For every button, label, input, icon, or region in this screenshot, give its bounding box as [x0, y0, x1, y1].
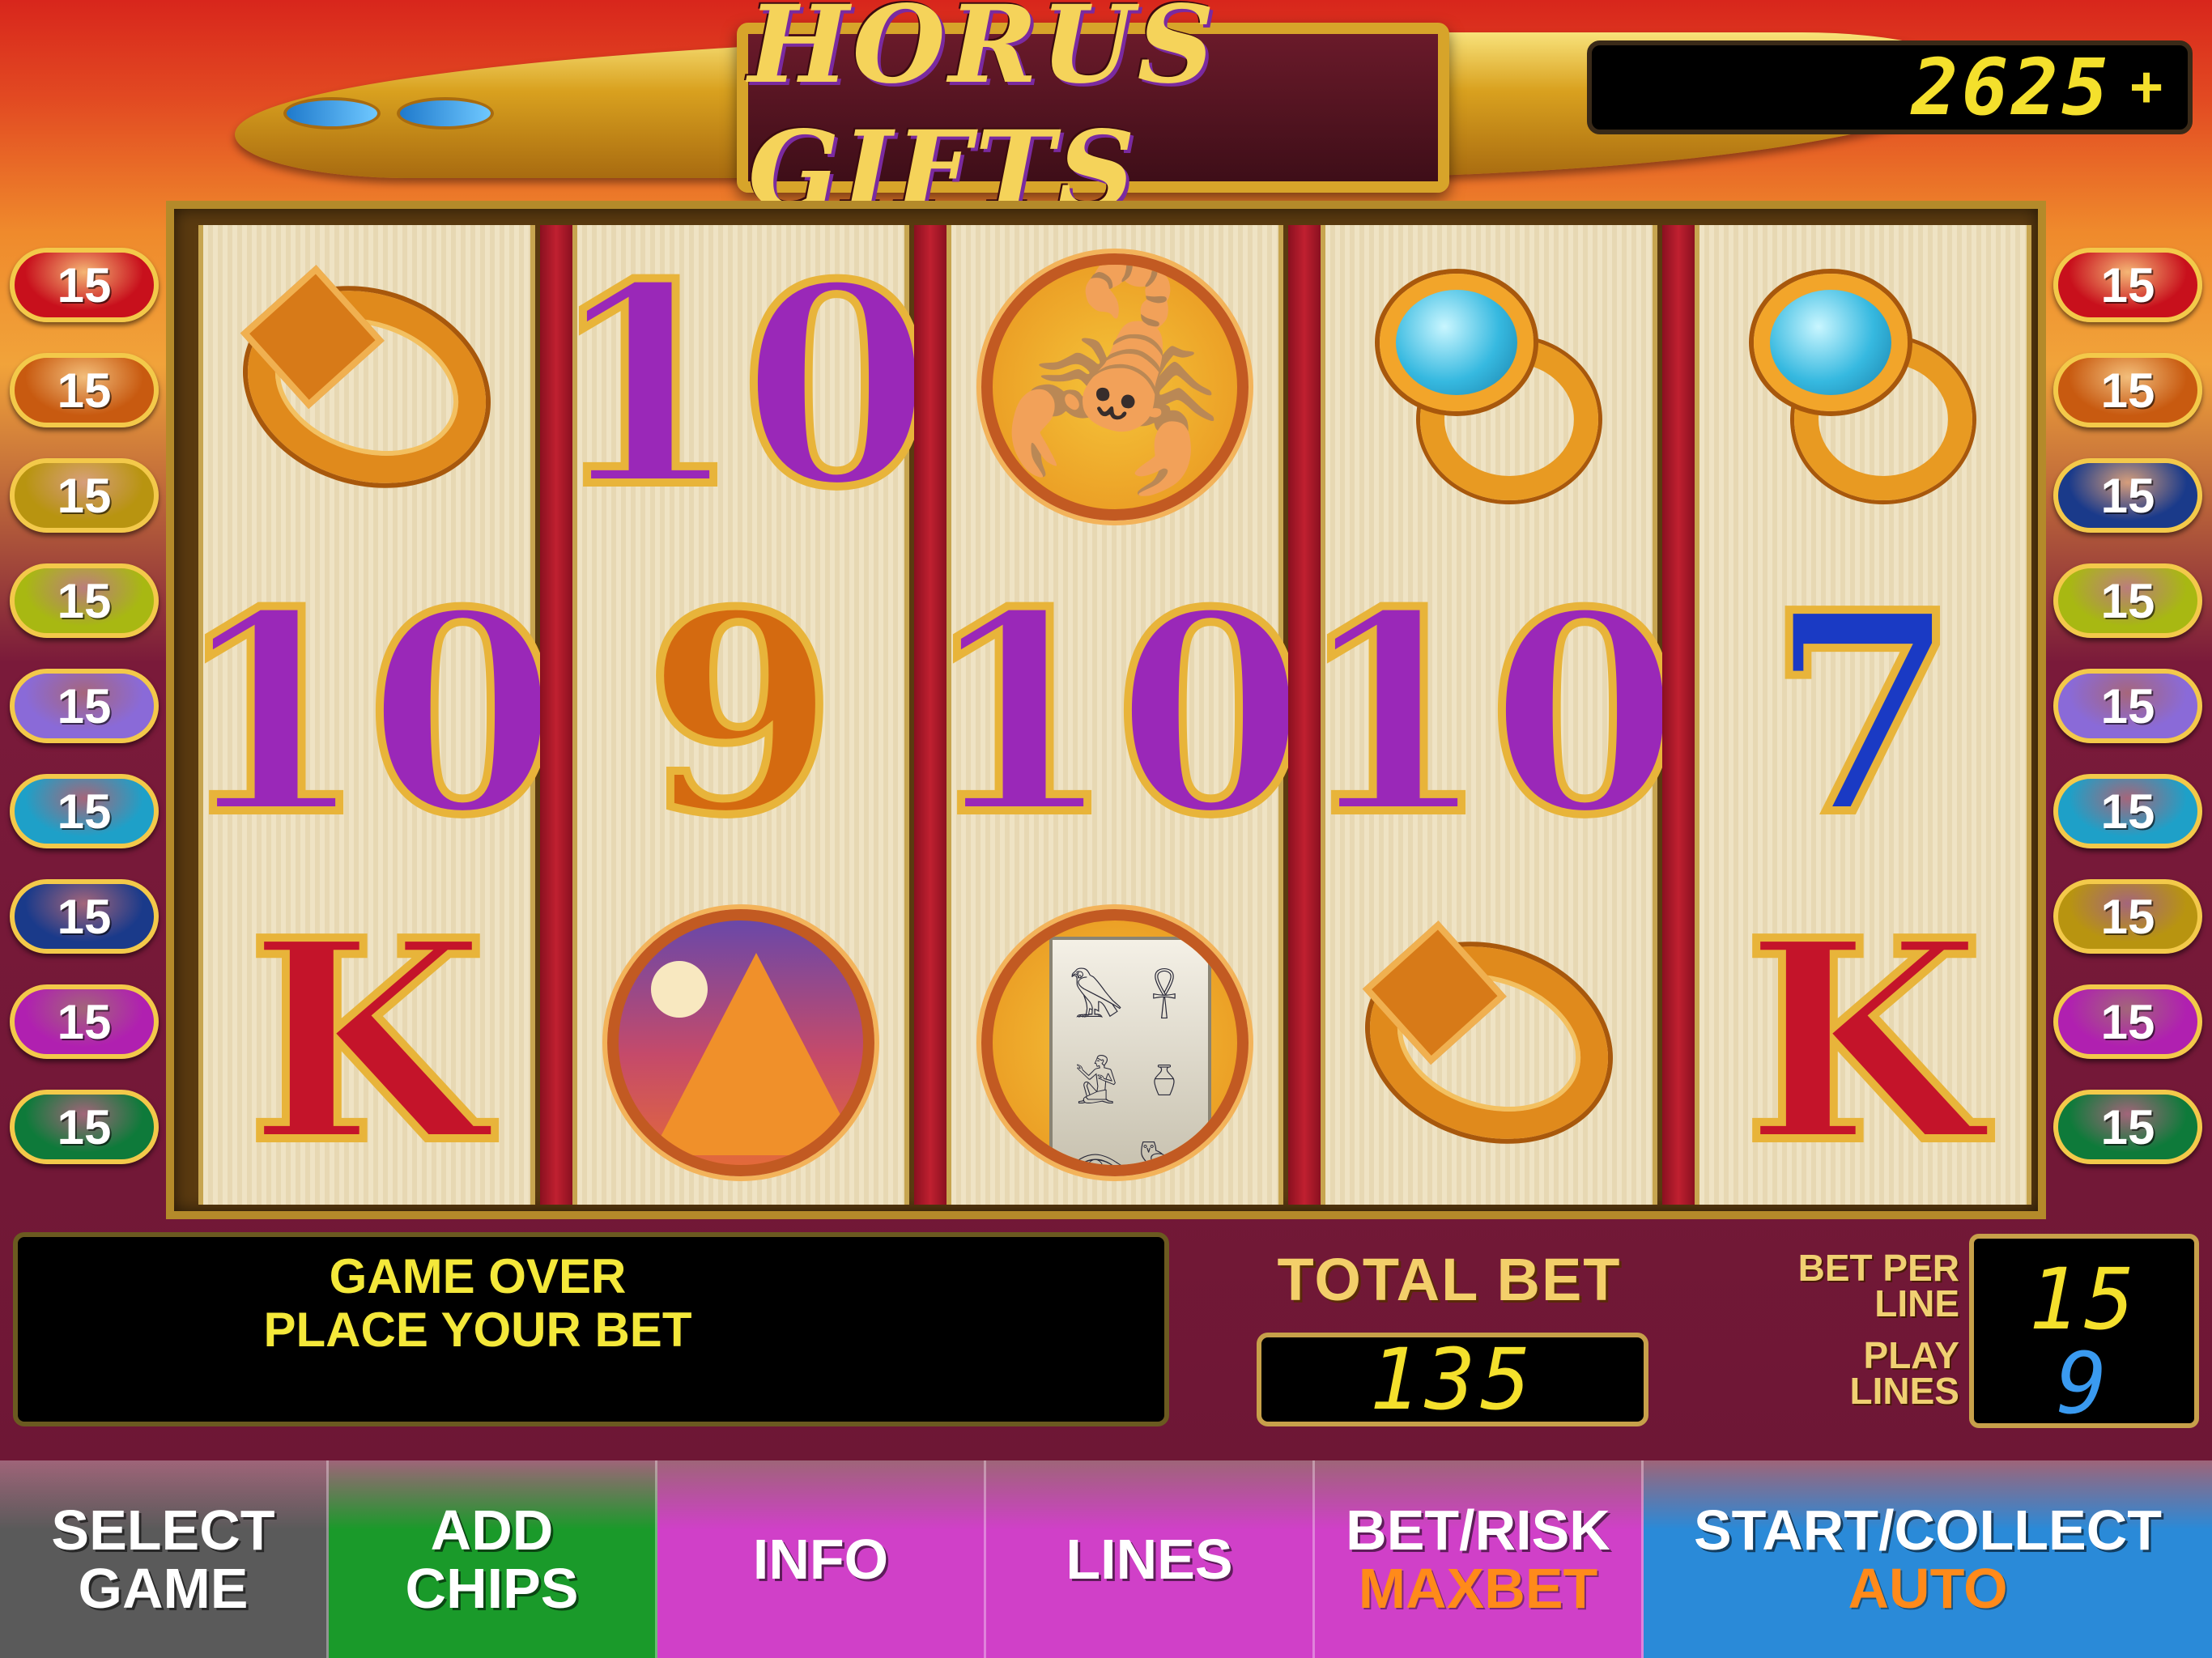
symbol-ten: 10 — [1293, 553, 1684, 877]
symbol-pyramid — [577, 881, 904, 1205]
total-bet-value: 135 — [1369, 1330, 1536, 1429]
payline-indicator-right-8[interactable]: 15 — [2053, 984, 2202, 1059]
gold-ring-icon — [1344, 916, 1634, 1169]
symbol-gold-ring — [203, 225, 530, 549]
gold-ring-icon — [222, 261, 512, 513]
payline-indicator-right-2[interactable]: 15 — [2053, 353, 2202, 427]
wing-feather-icon — [397, 97, 494, 130]
payline-indicator-right-7[interactable]: 15 — [2053, 879, 2202, 954]
payline-indicator-left-3[interactable]: 15 — [10, 458, 159, 533]
symbol-gold-ring — [1325, 881, 1653, 1205]
payline-indicator-left-2[interactable]: 15 — [10, 353, 159, 427]
payline-indicator-left-9[interactable]: 15 — [10, 1090, 159, 1164]
lines-button[interactable]: LINES — [986, 1460, 1315, 1658]
reel-4: 10 — [1293, 225, 1685, 1205]
status-message-line-1: GAME OVER — [329, 1249, 627, 1303]
status-message-panel: GAME OVER PLACE YOUR BET — [13, 1232, 1169, 1426]
start-collect-auto-button[interactable]: START/COLLECT AUTO — [1644, 1460, 2212, 1658]
ten-symbol: 10 — [1293, 553, 1684, 876]
bet-per-line-label: BET PER LINE — [1797, 1247, 1959, 1324]
payline-indicator-right-5[interactable]: 15 — [2053, 669, 2202, 743]
reel-3: 🦂 10 𓅃𓋹𓀀𓏊𓂀𓅓 — [919, 225, 1311, 1205]
pyramid-icon — [607, 909, 874, 1176]
symbol-gem-ring — [1325, 225, 1653, 549]
ten-symbol: 10 — [171, 553, 562, 876]
nine-symbol: 9 — [641, 553, 841, 876]
total-bet-display: 135 — [1257, 1330, 1648, 1429]
symbol-scorpion: 🦂 — [951, 225, 1278, 549]
symbol-ten: 10 — [171, 553, 562, 877]
payline-indicator-right-4[interactable]: 15 — [2053, 563, 2202, 638]
play-lines-value: 9 — [2056, 1334, 2112, 1433]
king-symbol: K — [243, 881, 490, 1204]
info-button[interactable]: INFO — [657, 1460, 986, 1658]
status-message-line-2: PLACE YOUR BET — [263, 1303, 692, 1357]
seven-symbol: 7 — [1763, 553, 1963, 876]
symbol-hieroglyph-tablet: 𓅃𓋹𓀀𓏊𓂀𓅓 — [951, 881, 1278, 1205]
payline-indicator-left-5[interactable]: 15 — [10, 669, 159, 743]
gem-ring-icon — [1372, 266, 1606, 508]
payline-indicator-left-6[interactable]: 15 — [10, 774, 159, 848]
payline-indicator-left-4[interactable]: 15 — [10, 563, 159, 638]
credits-value: 2625 — [1911, 42, 2112, 133]
symbol-king: K — [203, 881, 530, 1205]
select-game-button[interactable]: SELECT GAME — [0, 1460, 329, 1658]
ten-symbol: 10 — [919, 553, 1310, 876]
payline-indicator-left-7[interactable]: 15 — [10, 879, 159, 954]
slot-game-screen: HORUS GIFTS 2625 + 10 K 10 9 🦂 10 𓅃 𓋹 𓀀 … — [0, 0, 2212, 1658]
bet-lines-display: 15 9 — [1969, 1234, 2199, 1433]
ten-symbol: 10 — [545, 225, 936, 548]
symbol-king: K — [1699, 881, 2027, 1205]
payline-indicator-left-8[interactable]: 15 — [10, 984, 159, 1059]
payline-indicator-right-9[interactable]: 15 — [2053, 1090, 2202, 1164]
scorpion-icon: 🦂 — [981, 253, 1249, 521]
gem-ring-icon — [1746, 266, 1980, 508]
total-bet-label: TOTAL BET — [1277, 1246, 1622, 1313]
add-chips-button[interactable]: ADD CHIPS — [329, 1460, 657, 1658]
reel-2: 10 9 — [545, 225, 937, 1205]
reel-1: 10 K — [171, 225, 563, 1205]
payline-indicator-right-6[interactable]: 15 — [2053, 774, 2202, 848]
credits-display: 2625 + — [1587, 40, 2193, 134]
symbol-gem-ring — [1699, 225, 2027, 549]
payline-indicator-left-1[interactable]: 15 — [10, 248, 159, 322]
hieroglyph-tablet-icon: 𓅃𓋹𓀀𓏊𓂀𓅓 — [981, 909, 1249, 1176]
bet-risk-maxbet-button[interactable]: BET/RISK MAXBET — [1315, 1460, 1644, 1658]
game-title: HORUS GIFTS — [748, 0, 1218, 233]
symbol-ten: 10 — [545, 225, 936, 549]
symbol-seven: 7 — [1699, 553, 2027, 877]
add-credits-button[interactable]: + — [2129, 54, 2163, 121]
payline-indicator-right-3[interactable]: 15 — [2053, 458, 2202, 533]
payline-indicator-right-1[interactable]: 15 — [2053, 248, 2202, 322]
game-title-plaque: HORUS GIFTS — [737, 0, 1449, 233]
reels-area: 10 K 10 9 🦂 10 𓅃 𓋹 𓀀 𓏊 𓂀 𓅓 10 7 K — [166, 201, 2046, 1219]
wing-feather-icon — [283, 97, 381, 130]
king-symbol: K — [1739, 881, 1986, 1204]
reel-divider — [1662, 225, 1695, 1205]
symbol-nine: 9 — [577, 553, 904, 877]
reel-5: 7 K — [1695, 225, 2031, 1205]
play-lines-label: PLAY LINES — [1849, 1334, 1959, 1412]
symbol-ten: 10 — [919, 553, 1310, 877]
